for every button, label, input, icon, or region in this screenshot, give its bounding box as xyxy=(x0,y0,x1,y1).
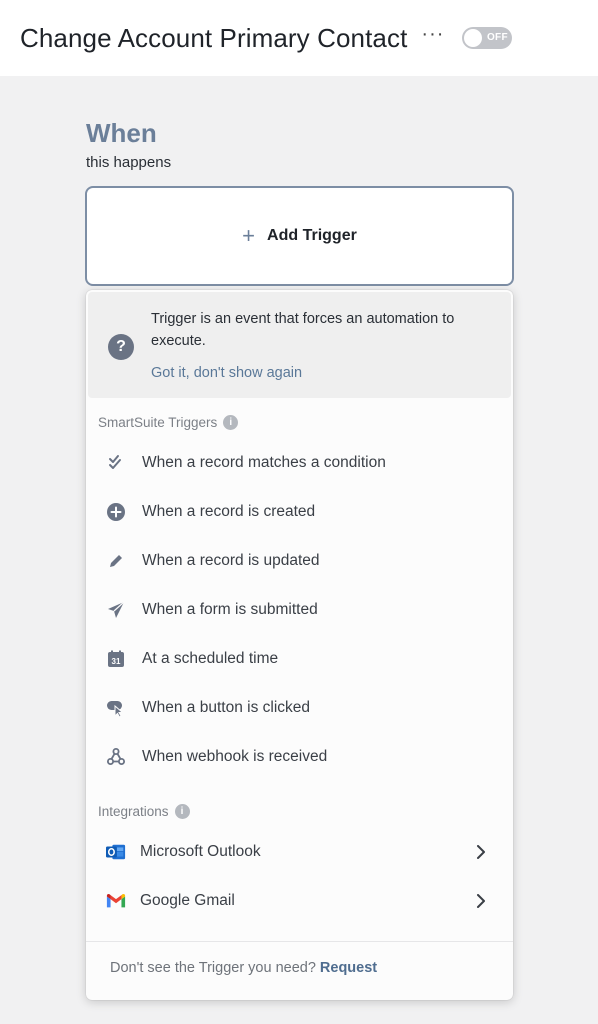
trigger-item-label: When a record is created xyxy=(142,503,316,520)
more-options-icon[interactable]: ··· xyxy=(421,24,444,44)
paper-plane-icon xyxy=(106,600,126,620)
double-check-icon xyxy=(106,453,126,473)
section-title: Integrations xyxy=(98,804,169,819)
trigger-item-record-matches[interactable]: When a record matches a condition xyxy=(86,441,513,485)
outlook-icon xyxy=(106,842,126,862)
when-heading: When xyxy=(86,118,157,148)
trigger-item-form-submitted[interactable]: When a form is submitted xyxy=(86,588,513,632)
calendar-icon: 31 xyxy=(106,649,126,669)
trigger-item-label: When a record matches a condition xyxy=(142,454,386,471)
trigger-info-box: ? Trigger is an event that forces an aut… xyxy=(88,292,511,398)
top-bar: Change Account Primary Contact ··· OFF xyxy=(0,0,598,76)
integration-item-label: Google Gmail xyxy=(140,892,235,909)
integration-item-label: Microsoft Outlook xyxy=(140,843,261,860)
calendar-day: 31 xyxy=(112,657,121,666)
trigger-item-button-clicked[interactable]: When a button is clicked xyxy=(86,686,513,730)
cursor-click-icon xyxy=(106,698,126,718)
chevron-right-icon xyxy=(471,891,491,911)
trigger-item-webhook[interactable]: When webhook is received xyxy=(86,735,513,779)
add-trigger-label: Add Trigger xyxy=(267,227,357,244)
plus-circle-icon xyxy=(106,502,126,522)
gmail-icon xyxy=(106,891,126,911)
question-icon: ? xyxy=(108,334,134,360)
toggle-knob xyxy=(464,29,483,47)
smartsuite-triggers-label: SmartSuite Triggers i xyxy=(98,415,239,430)
webhook-icon xyxy=(106,747,126,767)
info-icon[interactable]: i xyxy=(174,804,190,819)
trigger-item-scheduled-time[interactable]: 31 At a scheduled time xyxy=(86,637,513,681)
trigger-item-label: At a scheduled time xyxy=(142,650,279,667)
trigger-info-text: Trigger is an event that forces an autom… xyxy=(151,311,455,349)
add-trigger-button[interactable]: + Add Trigger xyxy=(85,186,514,286)
integration-item-gmail[interactable]: Google Gmail xyxy=(86,879,513,923)
info-icon[interactable]: i xyxy=(223,415,239,430)
pencil-icon xyxy=(106,551,126,571)
request-footer: Don't see the Trigger you need? Request xyxy=(110,960,377,976)
integrations-label: Integrations i xyxy=(98,804,190,819)
trigger-item-record-updated[interactable]: When a record is updated xyxy=(86,539,513,583)
trigger-item-label: When webhook is received xyxy=(142,748,328,765)
trigger-item-record-created[interactable]: When a record is created xyxy=(86,490,513,534)
plus-icon: + xyxy=(242,223,256,248)
automation-title[interactable]: Change Account Primary Contact xyxy=(20,23,407,54)
section-title: SmartSuite Triggers xyxy=(98,415,218,430)
integration-item-outlook[interactable]: Microsoft Outlook xyxy=(86,830,513,874)
trigger-item-label: When a record is updated xyxy=(142,552,320,569)
trigger-item-label: When a button is clicked xyxy=(142,699,311,716)
trigger-dropdown: ? Trigger is an event that forces an aut… xyxy=(86,290,513,1000)
toggle-label: OFF xyxy=(486,32,508,43)
chevron-right-icon xyxy=(471,842,491,862)
when-subheading: this happens xyxy=(86,154,172,171)
request-link[interactable]: Request xyxy=(320,960,377,976)
footer-text: Don't see the Trigger you need? xyxy=(110,960,316,976)
automation-toggle[interactable]: OFF xyxy=(462,27,513,49)
dismiss-info-link[interactable]: Got it, don't show again xyxy=(151,365,302,381)
trigger-item-label: When a form is submitted xyxy=(142,601,318,618)
footer-divider xyxy=(86,941,513,942)
